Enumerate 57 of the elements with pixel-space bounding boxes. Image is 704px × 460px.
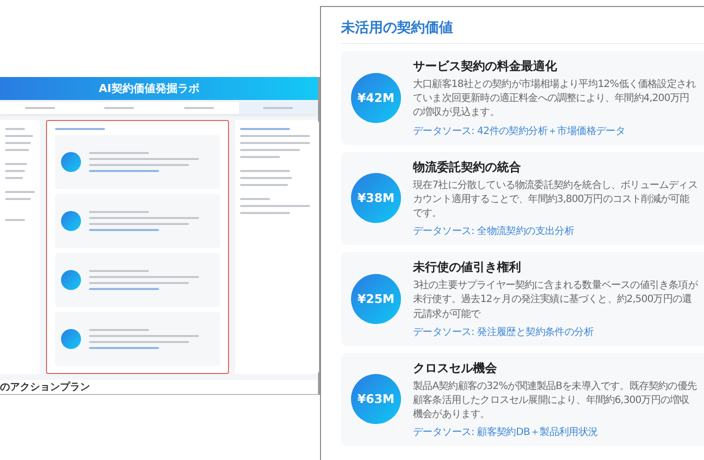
section-heading: 未活用の契約価値 — [341, 7, 704, 44]
text-placeholder-line — [89, 210, 149, 213]
amount-badge: ¥25M — [351, 274, 401, 324]
text-placeholder-line — [5, 128, 25, 130]
text-placeholder-line — [5, 148, 29, 151]
text-placeholder-line — [184, 106, 214, 109]
thumbnail-title: AI契約価値発掘ラボ — [98, 80, 200, 96]
text-placeholder-line — [240, 156, 280, 158]
text-placeholder-line — [240, 184, 288, 186]
text-placeholder-line — [240, 142, 310, 144]
text-placeholder-line — [240, 204, 310, 207]
card-title: 未行使の値引き権利 — [413, 259, 522, 276]
text-placeholder-line — [240, 198, 270, 200]
text-placeholder-line — [240, 176, 292, 179]
text-placeholder-line — [5, 170, 25, 172]
text-placeholder-line — [5, 176, 23, 179]
text-placeholder-line — [240, 128, 290, 130]
card-title: クロスセル機会 — [413, 360, 498, 377]
text-placeholder-line — [24, 106, 55, 109]
text-placeholder-line — [5, 142, 31, 144]
text-placeholder-line — [104, 106, 134, 109]
data-source-link[interactable]: データソース: 全物流契約の支出分析 — [413, 224, 698, 238]
text-placeholder-line — [5, 218, 25, 221]
card-description: 製品A契約顧客の32%が関連製品Bを未導入です。既存契約の優先顧客条活用したクロスセル展開により、年間約6,300万円の増収機会があります。 — [413, 380, 698, 422]
amount-badge: ¥38M — [351, 173, 401, 224]
value-circle — [61, 270, 81, 290]
section-heading: のアクションプラン — [0, 380, 90, 394]
data-source-link[interactable]: データソース: 42件の契約分析＋市場価格データ — [413, 124, 698, 138]
value-circle — [61, 328, 81, 349]
text-placeholder-line — [240, 170, 290, 172]
text-placeholder-line — [5, 162, 27, 165]
text-placeholder-line — [5, 134, 33, 137]
data-source-link[interactable]: データソース: 発注履歴と契約条件の分析 — [413, 324, 698, 339]
text-placeholder-line — [89, 228, 159, 231]
text-placeholder-line — [89, 270, 149, 272]
data-source-link[interactable]: データソース: 顧客契約DB＋製品利用状況 — [413, 425, 698, 440]
amount-badge: ¥63M — [351, 374, 401, 424]
text-placeholder-line — [89, 170, 159, 172]
text-placeholder-line — [5, 198, 31, 200]
text-placeholder-line — [55, 128, 105, 130]
text-placeholder-line — [240, 148, 300, 151]
text-placeholder-line — [89, 346, 159, 349]
text-placeholder-line — [89, 328, 149, 331]
card-description: 大口顧客18社との契約が市場相場より平均12%低く価格設定されていま次回更新時の適正料金への調整により、年間約4,200万円の増収が見込ます。 — [413, 78, 697, 120]
card-title: サービス契約の料金最適化 — [413, 58, 558, 75]
text-placeholder-line — [89, 288, 159, 290]
text-placeholder-line — [263, 106, 294, 109]
card-description: 現在7社に分散している物流委託契約を統合し、ボリュームディスカウント適用することで、年間約3,800万円のコスト削減が可能です。 — [413, 178, 698, 221]
text-placeholder-line — [5, 190, 35, 193]
card-title: 物流委託契約の統合 — [413, 158, 522, 176]
value-circle — [61, 210, 81, 231]
value-circle — [61, 152, 81, 172]
text-placeholder-line — [240, 212, 290, 214]
amount-badge: ¥42M — [351, 72, 401, 123]
text-placeholder-line — [240, 134, 310, 137]
text-placeholder-line — [89, 152, 149, 154]
card-description: 3社の主要サプライヤー契約に含まれる数量ベースの値引き条項が未行使す。過去12ヶ月の発注実績に基づくと、約2,500万円の還元請求が可能で — [413, 279, 698, 322]
